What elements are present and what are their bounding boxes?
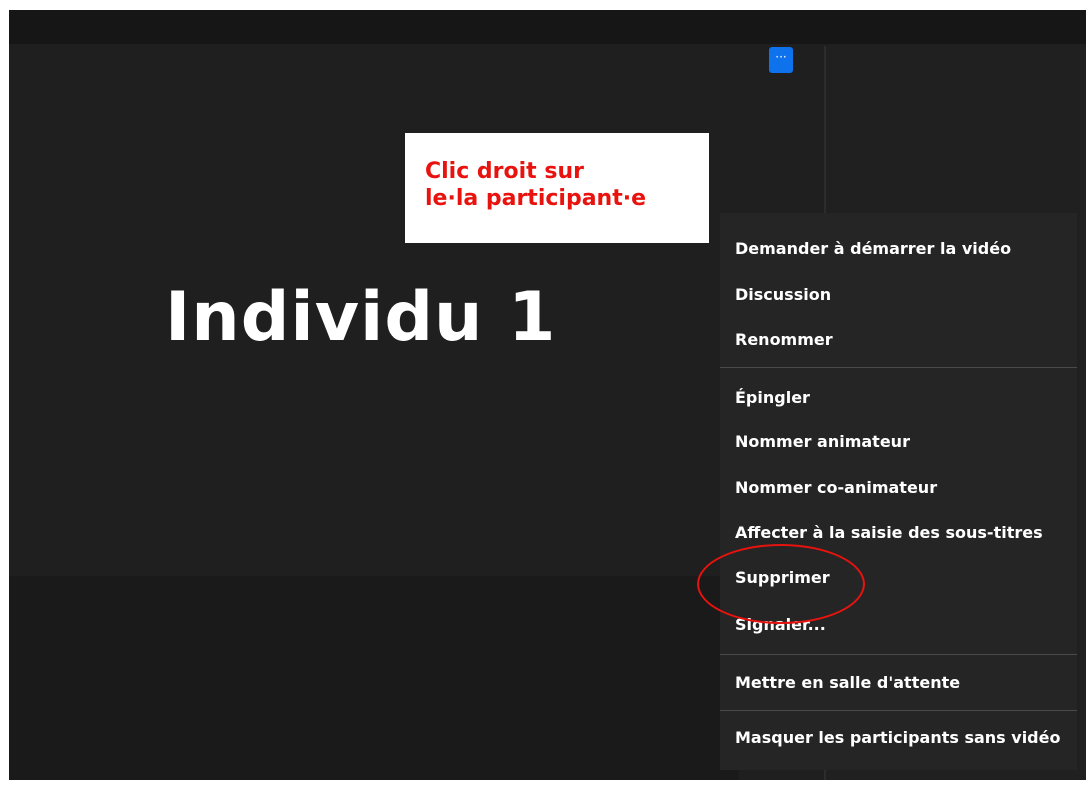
menu-item-chat[interactable]: Discussion xyxy=(735,285,831,304)
menu-item-waiting-room[interactable]: Mettre en salle d'attente xyxy=(735,673,960,692)
menu-item-make-cohost[interactable]: Nommer co-animateur xyxy=(735,478,937,497)
participant-name: Individu 1 xyxy=(165,278,557,357)
context-menu: Demander à démarrer la vidéo Discussion … xyxy=(720,213,1077,770)
menu-item-rename[interactable]: Renommer xyxy=(735,330,833,349)
menu-separator xyxy=(720,367,1077,368)
menu-separator xyxy=(720,654,1077,655)
callout-line-2: le·la participant·e xyxy=(425,186,646,211)
menu-item-pin[interactable]: Épingler xyxy=(735,388,810,407)
menu-separator xyxy=(720,710,1077,711)
highlight-circle xyxy=(697,544,865,624)
menu-item-hide-non-video[interactable]: Masquer les participants sans vidéo xyxy=(735,728,1060,747)
more-options-button[interactable]: ··· xyxy=(769,47,793,73)
annotation-callout: Clic droit sur le·la participant·e xyxy=(405,133,709,243)
video-tile-lower xyxy=(9,576,739,780)
menu-item-ask-start-video[interactable]: Demander à démarrer la vidéo xyxy=(735,239,1011,258)
top-bar xyxy=(9,10,1086,44)
callout-line-1: Clic droit sur xyxy=(425,159,584,184)
menu-item-assign-captions[interactable]: Affecter à la saisie des sous-titres xyxy=(735,523,1043,542)
menu-item-make-host[interactable]: Nommer animateur xyxy=(735,432,910,451)
